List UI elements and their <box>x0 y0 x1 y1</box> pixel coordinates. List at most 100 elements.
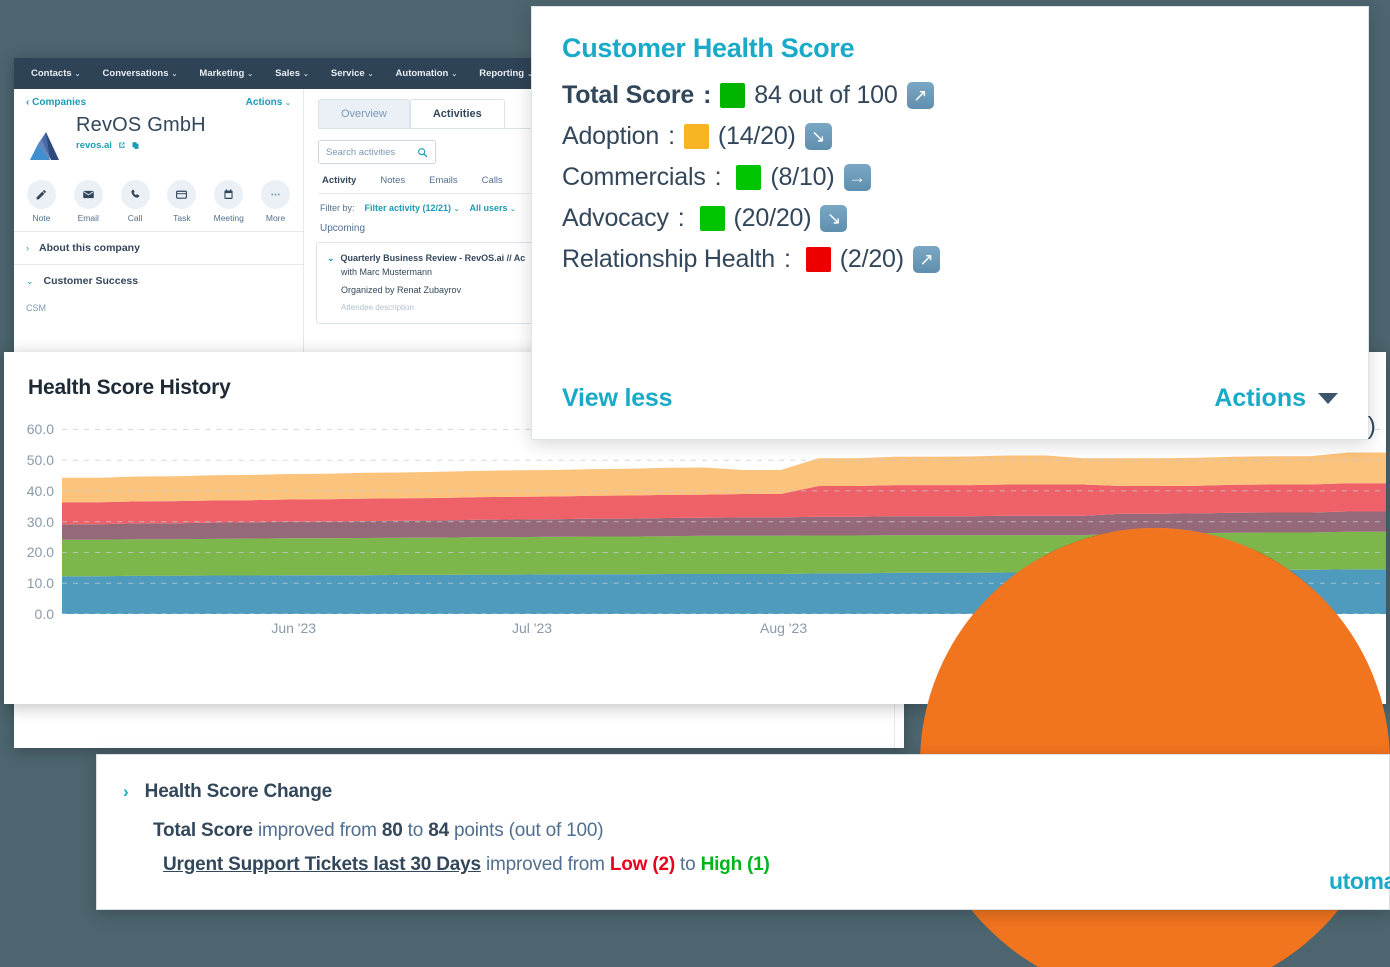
nav-item-reporting[interactable]: Reporting ⌄ <box>479 68 533 79</box>
tickets-from-value: Low (2) <box>609 854 675 875</box>
quick-action-task[interactable]: Task <box>165 180 200 223</box>
nav-label: Reporting <box>479 68 525 79</box>
arrow-up-right-icon[interactable]: ↗ <box>912 246 940 273</box>
health-row-advocacy: Advocacy: (20/20) ↘ <box>562 204 1338 233</box>
chevron-down-icon: ⌄ <box>247 70 254 78</box>
quick-action-note[interactable]: Note <box>24 180 59 223</box>
health-row-total-score: Total Score: 84 out of 100 ↗ <box>562 81 1338 110</box>
subtab-emails[interactable]: Emails <box>429 175 458 186</box>
nav-item-automation[interactable]: Automation ⌄ <box>396 68 458 79</box>
quick-actions-bar: Note Email Call Task Meeting More <box>14 166 303 231</box>
y-axis-tick-label: 0.0 <box>34 606 54 622</box>
search-activities-input[interactable]: Search activities <box>318 140 436 164</box>
health-row-relationship-health: Relationship Health: (2/20) ↗ <box>562 245 1338 274</box>
y-axis-tick-label: 60.0 <box>26 421 54 438</box>
email-icon <box>73 180 103 209</box>
row-value: (8/10) <box>770 163 835 191</box>
row-value: (14/20) <box>717 122 796 150</box>
sidebar-actions-label: Actions <box>245 97 283 108</box>
task-icon <box>167 180 197 209</box>
urgent-tickets-link[interactable]: Urgent Support Tickets last 30 Days <box>163 854 481 875</box>
y-axis-tick-label: 30.0 <box>26 513 54 530</box>
accordion-label: About this company <box>39 242 140 254</box>
note-icon <box>26 180 56 209</box>
x-axis-tick-label: Jun '23 <box>271 620 317 636</box>
health-row-adoption: Adoption: (14/20) ↘ <box>562 122 1338 151</box>
copy-icon[interactable] <box>131 141 140 150</box>
chevron-down-icon[interactable]: ⌄ <box>327 252 335 266</box>
search-placeholder: Search activities <box>326 146 396 158</box>
accordion-label: Customer Success <box>43 275 139 287</box>
nav-item-sales[interactable]: Sales ⌄ <box>275 68 309 79</box>
subtab-notes[interactable]: Notes <box>380 175 405 186</box>
line-text-a: improved from <box>252 820 382 841</box>
total-score-label: Total Score <box>153 820 253 841</box>
tickets-to-value: High (1) <box>700 854 770 875</box>
company-logo-icon <box>30 132 59 160</box>
y-axis: 0.0 10.0 20.0 30.0 40.0 50.0 60.0 <box>4 414 60 622</box>
tab-activities[interactable]: Activities <box>409 99 505 128</box>
quick-action-label: Note <box>32 213 51 223</box>
chevron-down-icon: ⌄ <box>171 70 178 78</box>
arrow-down-right-icon[interactable]: ↘ <box>804 123 832 150</box>
status-swatch <box>736 165 762 190</box>
external-link-icon[interactable] <box>117 141 126 150</box>
line-text-a: improved from <box>480 854 610 875</box>
nav-item-marketing[interactable]: Marketing ⌄ <box>199 68 253 79</box>
accordion-about-this-company[interactable]: › About this company <box>14 231 303 264</box>
subtab-calls[interactable]: Calls <box>482 175 503 186</box>
x-axis-tick-label: Aug '23 <box>760 620 808 636</box>
chevron-down-icon: ⌄ <box>74 70 81 78</box>
arrow-up-right-icon[interactable]: ↗ <box>906 82 934 109</box>
filter-prefix-label: Filter by: <box>320 203 355 213</box>
chevron-down-icon: ⌄ <box>302 70 309 78</box>
health-score-change-card: › Health Score Change Total Score improv… <box>96 754 1390 910</box>
search-icon[interactable] <box>417 147 428 158</box>
arrow-right-icon[interactable]: → <box>843 164 871 191</box>
arrow-down-right-icon[interactable]: ↘ <box>820 205 848 232</box>
row-label: Relationship Health <box>562 245 775 273</box>
customer-health-score-card: Customer Health Score Total Score: 84 ou… <box>531 6 1369 440</box>
quick-action-more[interactable]: More <box>258 180 293 223</box>
quick-action-meeting[interactable]: Meeting <box>211 180 246 223</box>
nav-item-conversations[interactable]: Conversations ⌄ <box>103 68 178 79</box>
x-axis-tick-label: Jul '23 <box>512 620 553 636</box>
card-header[interactable]: › Health Score Change <box>123 781 1389 803</box>
quick-action-label: Email <box>77 213 99 223</box>
breadcrumb[interactable]: ‹ Companies <box>26 97 86 108</box>
total-score-change-line: Total Score improved from 80 to 84 point… <box>153 820 1389 842</box>
chevron-down-icon: ⌄ <box>285 100 291 107</box>
tickets-change-line: Urgent Support Tickets last 30 Days impr… <box>163 854 1389 876</box>
quick-action-label: More <box>265 213 286 223</box>
line-text-b: to <box>674 854 701 875</box>
health-row-commercials: Commercials: (8/10) → <box>562 163 1338 192</box>
y-axis-tick-label: 20.0 <box>26 544 54 561</box>
quick-action-call[interactable]: Call <box>118 180 153 223</box>
company-website-row: revos.ai <box>76 140 206 151</box>
nav-label: Automation <box>395 68 449 79</box>
quick-action-label: Meeting <box>213 213 244 223</box>
accordion-customer-success[interactable]: ⌄ Customer Success <box>14 264 303 297</box>
chevron-down-icon: ⌄ <box>510 206 516 213</box>
card-title: Customer Health Score <box>562 33 855 63</box>
tab-overview[interactable]: Overview <box>318 99 410 128</box>
company-identity: RevOS GmbH revos.ai <box>14 110 303 166</box>
y-axis-tick-label: 50.0 <box>26 452 54 469</box>
view-less-button[interactable]: View less <box>562 384 673 413</box>
quick-action-email[interactable]: Email <box>71 180 106 223</box>
chevron-right-icon[interactable]: › <box>123 782 129 802</box>
row-label: Advocacy <box>562 204 669 232</box>
nav-item-contacts[interactable]: Contacts ⌄ <box>31 68 81 79</box>
line-text-b: to <box>402 820 429 841</box>
filter-users-dropdown[interactable]: All users ⌄ <box>469 203 515 213</box>
company-name: RevOS GmbH <box>76 114 206 136</box>
quick-action-label: Call <box>127 213 143 223</box>
subtab-activity[interactable]: Activity <box>322 175 356 186</box>
nav-label: Service <box>330 68 365 79</box>
company-website-link[interactable]: revos.ai <box>76 140 112 151</box>
screenshot-root: Ich freue mich sehr über Ihr Interesse a… <box>0 0 1390 967</box>
company-sidebar: ‹ Companies Actions ⌄ RevOS GmbH revos.a… <box>14 89 304 353</box>
filter-activity-dropdown[interactable]: Filter activity (12/21) ⌄ <box>365 203 460 213</box>
nav-item-service[interactable]: Service ⌄ <box>331 68 374 79</box>
sidebar-actions-dropdown[interactable]: Actions ⌄ <box>246 97 291 108</box>
